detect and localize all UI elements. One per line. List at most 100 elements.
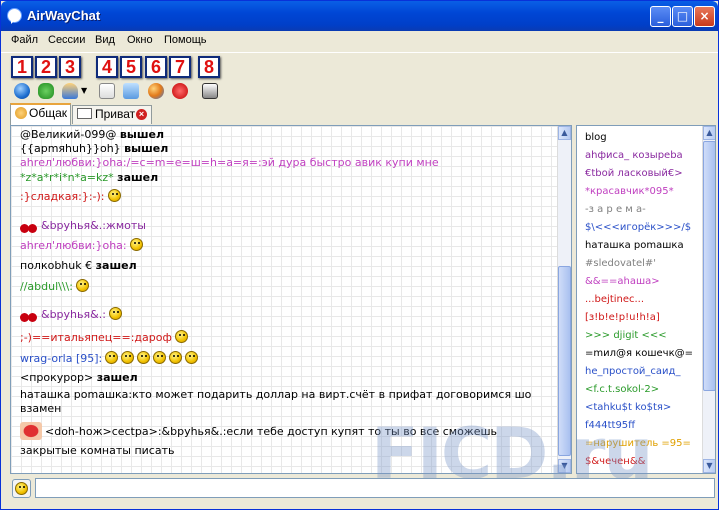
menu-help[interactable]: Помощь bbox=[164, 34, 207, 46]
menu-view[interactable]: Вид bbox=[95, 34, 115, 46]
chat-message: //abdul\\\: bbox=[20, 279, 89, 294]
minimize-button[interactable]: _ bbox=[650, 6, 671, 27]
users-icon[interactable] bbox=[148, 83, 164, 99]
user-list-item[interactable]: >>> djigit <<< bbox=[585, 329, 667, 342]
smiley-icon bbox=[105, 351, 119, 364]
message-icon[interactable] bbox=[99, 83, 115, 99]
chat-message: haташка pomaшка:кто может подарить долла… bbox=[20, 388, 531, 402]
tab-general[interactable]: Общак bbox=[10, 103, 71, 125]
menu-sessions[interactable]: Сессии bbox=[48, 34, 85, 46]
message-text: вышел bbox=[119, 128, 165, 141]
user-list-item[interactable]: #sledovatel#' bbox=[585, 257, 656, 270]
message-text: зашел bbox=[96, 371, 138, 384]
user-list-item[interactable]: <f.c.t.sokol-2> bbox=[585, 383, 659, 396]
user-list-item[interactable]: he_простой_caид_ bbox=[585, 365, 680, 378]
menu-window[interactable]: Окно bbox=[127, 34, 153, 46]
lips-icon bbox=[20, 422, 42, 440]
smiley-icon bbox=[129, 238, 143, 251]
users-scroll-down-icon[interactable]: ▼ bbox=[703, 459, 715, 473]
user-icon[interactable] bbox=[62, 83, 78, 99]
message-text: *z*a*r*i*n*a=kz* bbox=[20, 171, 118, 184]
chat-message: <прокурор> зашел bbox=[20, 371, 138, 385]
watermark: FICD.ru bbox=[371, 413, 653, 495]
smiley-icon bbox=[107, 189, 121, 202]
smiley-icon bbox=[185, 351, 199, 364]
chat-message: ;-)==итальяпец==:дароф bbox=[20, 330, 188, 345]
footprints-icon[interactable] bbox=[38, 83, 54, 99]
message-text: haташка pomaшка:кто может подарить долла… bbox=[20, 388, 532, 401]
maximize-button[interactable]: □ bbox=[672, 6, 693, 27]
dropdown-arrow-icon[interactable]: ▼ bbox=[81, 86, 87, 95]
smiley-icon bbox=[121, 351, 135, 364]
message-text: вышел bbox=[124, 142, 169, 155]
message-text: взамен bbox=[20, 402, 62, 415]
callout-5: 5 bbox=[120, 56, 142, 78]
close-button[interactable]: × bbox=[694, 6, 715, 27]
window-icon[interactable] bbox=[123, 83, 139, 99]
menu-bar: Файл Сессии Вид Окно Помощь bbox=[1, 31, 718, 51]
exit-icon[interactable] bbox=[172, 83, 188, 99]
message-text: зашел bbox=[117, 171, 159, 184]
toolbar: 1 2 3 4 5 6 7 8 ▼ bbox=[1, 52, 718, 103]
callout-8: 8 bbox=[198, 56, 220, 78]
callout-7: 7 bbox=[169, 56, 191, 78]
scroll-up-icon[interactable]: ▲ bbox=[558, 126, 571, 140]
users-scroll-thumb[interactable] bbox=[703, 141, 715, 391]
smiley-icon bbox=[108, 307, 122, 320]
tab-private[interactable]: Приват × bbox=[72, 105, 152, 124]
message-text: зашел bbox=[95, 259, 137, 272]
user-list-item[interactable]: €tbой ласковый€> bbox=[585, 167, 683, 180]
app-window: AirWayChat _ □ × Файл Сессии Вид Окно По… bbox=[0, 0, 719, 510]
chat-message: &bpyhья&.:жмоты bbox=[20, 217, 146, 233]
user-list-item[interactable]: &&==ahaшa> bbox=[585, 275, 660, 288]
people-icon bbox=[15, 107, 27, 119]
chat-message: &bpyhья&.: bbox=[20, 306, 122, 322]
smiley-icon bbox=[137, 351, 151, 364]
menu-file[interactable]: Файл bbox=[11, 34, 38, 46]
message-text: :}сладкая:}:-): bbox=[20, 190, 105, 203]
userlist-scrollbar[interactable]: ▲ ▼ bbox=[702, 126, 715, 473]
cherry-icon bbox=[20, 306, 38, 322]
users-scroll-up-icon[interactable]: ▲ bbox=[703, 126, 715, 140]
tab-general-label: Общак bbox=[29, 106, 68, 120]
user-list-item[interactable]: [з!b!e!p!u!h!a] bbox=[585, 311, 660, 324]
chat-message: wrag-orla [95]: bbox=[20, 351, 199, 366]
user-list-item[interactable]: ...bejtinec... bbox=[585, 293, 644, 306]
message-text: @Великий-099@ bbox=[20, 128, 120, 141]
smiley-icon bbox=[169, 351, 183, 364]
chat-message: ahrел'любви:}oha:/=c=m=e=ш=h=a=я=:эй дур… bbox=[20, 156, 439, 170]
message-text: &bpyhья&.: bbox=[41, 308, 106, 321]
user-list-item[interactable]: haташка pomaшка bbox=[585, 239, 684, 252]
user-list-item[interactable]: -з а р е м а- bbox=[585, 203, 646, 216]
smiley-icon bbox=[75, 279, 89, 292]
callout-1: 1 bbox=[11, 56, 33, 78]
message-text: ahrел'любви:}oha:/=c=m=e=ш=h=a=я=:эй дур… bbox=[20, 156, 439, 169]
message-text: ahrел'любви:}oha: bbox=[20, 239, 127, 252]
smiley-icon bbox=[15, 482, 28, 495]
user-list-item[interactable]: blog bbox=[585, 131, 607, 144]
globe-icon[interactable] bbox=[14, 83, 30, 99]
emoticon-button[interactable] bbox=[12, 479, 31, 498]
message-text: полкоbhuk € bbox=[20, 259, 96, 272]
cherry-icon bbox=[20, 217, 38, 233]
message-text: <прокурор> bbox=[20, 371, 97, 384]
chat-message: взамен bbox=[20, 402, 61, 416]
callout-4: 4 bbox=[96, 56, 118, 78]
chat-message: ahrел'любви:}oha: bbox=[20, 238, 143, 253]
chat-message: :}сладкая:}:-): bbox=[20, 189, 121, 204]
callout-6: 6 bbox=[145, 56, 167, 78]
chat-message: {{apmяhuh}}oh} вышел bbox=[20, 142, 168, 156]
close-tab-icon[interactable]: × bbox=[136, 109, 147, 120]
user-list-item[interactable]: $\<<<игорёк>>>/$ bbox=[585, 221, 691, 234]
message-text: &bpyhья&.:жмоты bbox=[41, 219, 146, 232]
callout-3: 3 bbox=[59, 56, 81, 78]
envelope-icon bbox=[77, 108, 92, 119]
user-list-item[interactable]: *красавчик*095* bbox=[585, 185, 674, 198]
message-text: {{apmяhuh}}oh} bbox=[20, 142, 125, 155]
smiley-icon bbox=[153, 351, 167, 364]
user-list-item[interactable]: =mил@я кошечк@= bbox=[585, 347, 693, 360]
settings-icon[interactable] bbox=[202, 83, 218, 99]
chat-message: закрытые комнаты писать bbox=[20, 444, 174, 458]
message-text: wrag-orla [95]: bbox=[20, 352, 103, 365]
user-list-item[interactable]: ahфиса_ козыpeba bbox=[585, 149, 683, 162]
